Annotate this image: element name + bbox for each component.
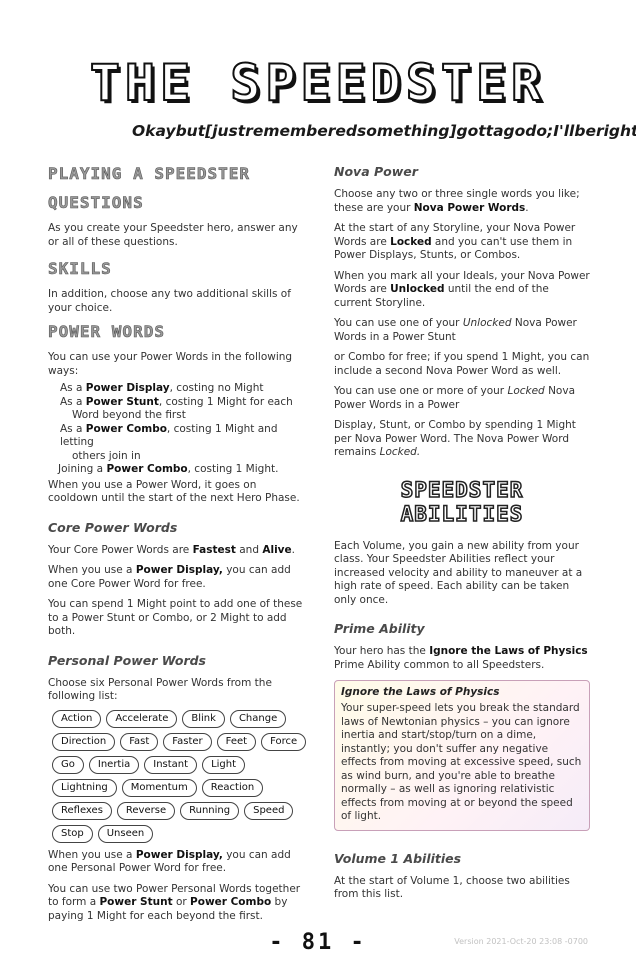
questions-text: As you create your Speedster hero, answe… — [48, 222, 298, 248]
right-column: Nova Power Choose any two or three singl… — [334, 164, 590, 909]
vol1-text: At the start of Volume 1, choose two abi… — [334, 874, 570, 901]
skills-text: In addition, choose any two additional s… — [48, 288, 291, 314]
pill-word[interactable]: Reaction — [201, 778, 264, 797]
pill-word[interactable]: Momentum — [121, 778, 197, 797]
heading-power-words: POWER WORDS — [48, 322, 165, 342]
nova-text-4: You can use one of your Unlocked Nova Po… — [334, 317, 577, 343]
nova-text-6: You can use one or more of your Locked N… — [334, 385, 575, 411]
pill-word[interactable]: Instant — [144, 755, 198, 774]
personal-two-text: You can use two Power Personal Words tog… — [48, 882, 301, 922]
pill-word[interactable]: Unseen — [97, 824, 154, 843]
core-text: Your Core Power Words are Fastest and Al… — [48, 543, 295, 556]
heading-abilities: SPEEDSTER ABILITIES — [400, 477, 524, 527]
pill-word[interactable]: Blink — [182, 709, 225, 728]
left-column: PLAYING A SPEEDSTER QUESTIONS As you cre… — [48, 164, 307, 930]
use-display: As a Power Display, costing no Might — [60, 382, 264, 394]
pill-word[interactable]: Force — [261, 732, 307, 751]
pill-word[interactable]: Faster — [163, 732, 212, 751]
pill-word[interactable]: Fast — [120, 732, 159, 751]
nova-text-1: Choose any two or three single words you… — [334, 188, 580, 214]
power-word-pills: Action Accelerate Blink Change Direction… — [52, 709, 308, 843]
ability-box-text: Your super-speed lets you break the stan… — [341, 702, 582, 822]
nova-text-2: At the start of any Storyline, your Nova… — [334, 222, 576, 261]
personal-intro-text: Choose six Personal Power Words from the… — [48, 676, 272, 703]
pill-word[interactable]: Action — [52, 709, 102, 728]
pill-word[interactable]: Light — [202, 755, 246, 774]
pill-word[interactable]: Running — [180, 801, 240, 820]
abilities-text: Each Volume, you gain a new ability from… — [334, 539, 583, 606]
pill-word[interactable]: Direction — [52, 732, 116, 751]
power-uses-list: As a Power Display, costing no Might As … — [48, 382, 304, 477]
nova-text-3: When you mark all your Ideals, your Nova… — [334, 269, 590, 309]
use-stunt: As a Power Stunt, costing 1 Might for ea… — [60, 395, 293, 422]
nova-text-5: or Combo for free; if you spend 1 Might,… — [334, 351, 590, 377]
ability-box: Ignore the Laws of Physics Your super-sp… — [334, 680, 590, 831]
use-combo: As a Power Combo, costing 1 Might and le… — [60, 422, 278, 462]
core-display-text: When you use a Power Display, you can ad… — [48, 564, 291, 590]
page-title: THE SPEEDSTER — [89, 54, 547, 112]
pill-word[interactable]: Lightning — [52, 778, 117, 797]
pill-word[interactable]: Speed — [244, 801, 294, 820]
cooldown-text: When you use a Power Word, it goes on co… — [48, 478, 300, 505]
pill-word[interactable]: Accelerate — [106, 709, 178, 728]
pill-word[interactable]: Reverse — [116, 801, 176, 820]
personal-display-text: When you use a Power Display, you can ad… — [48, 848, 291, 875]
heading-skills: SKILLS — [48, 259, 112, 279]
nova-text-7: Display, Stunt, or Combo by spending 1 M… — [334, 419, 576, 458]
pill-word[interactable]: Reflexes — [52, 801, 112, 820]
use-joining: Joining a Power Combo, costing 1 Might. — [58, 463, 279, 475]
heading-vol1: Volume 1 Abilities — [334, 850, 462, 866]
tagline: Okaybut[justrememberedsomething]gottagod… — [132, 122, 636, 140]
heading-playing: PLAYING A SPEEDSTER — [48, 164, 251, 184]
heading-core: Core Power Words — [48, 519, 178, 535]
heading-prime: Prime Ability — [334, 621, 425, 636]
pill-word[interactable]: Stop — [52, 824, 93, 843]
pill-word[interactable]: Go — [52, 755, 84, 774]
heading-questions: QUESTIONS — [48, 193, 144, 213]
pill-word[interactable]: Change — [229, 709, 287, 728]
power-intro-text: You can use your Power Words in the foll… — [48, 351, 293, 377]
prime-text: Your hero has the Ignore the Laws of Phy… — [334, 645, 588, 671]
heading-nova: Nova Power — [334, 164, 418, 179]
pill-word[interactable]: Feet — [216, 732, 257, 751]
pill-word[interactable]: Inertia — [88, 755, 140, 774]
version-stamp: Version 2021-Oct-20 23:08 -0700 — [454, 937, 588, 946]
heading-personal: Personal Power Words — [48, 652, 207, 668]
core-spend-text: You can spend 1 Might point to add one o… — [48, 598, 303, 637]
ability-box-title: Ignore the Laws of Physics — [341, 686, 500, 698]
